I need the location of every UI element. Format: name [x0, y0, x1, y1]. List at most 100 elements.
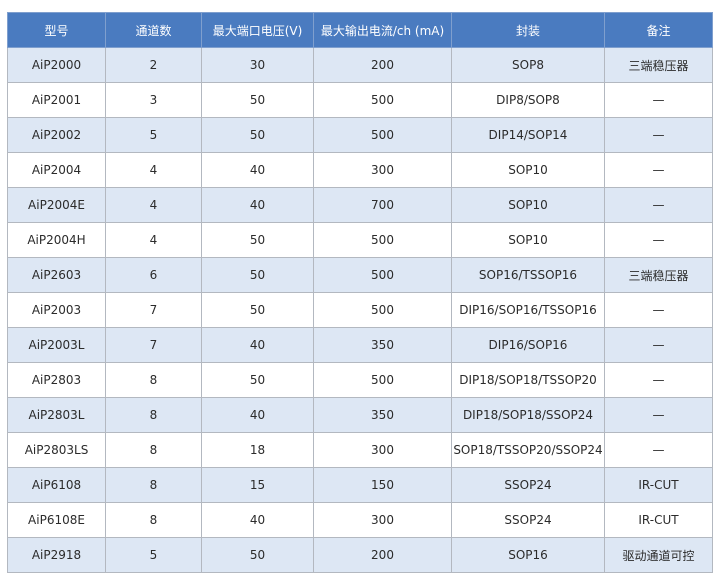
table-row: AiP2004E 4 40 700 SOP10—: [7, 187, 713, 223]
cell-max-current: 300: [313, 152, 452, 188]
cell-max-voltage: 50: [201, 222, 314, 258]
cell-model: AiP2004: [7, 152, 106, 188]
cell-channels: 5: [105, 117, 202, 153]
cell-max-current: 500: [313, 362, 452, 398]
cell-channels: 4: [105, 187, 202, 223]
cell-max-voltage: 40: [201, 152, 314, 188]
header-cell-model: 型号: [7, 12, 106, 48]
cell-max-current: 500: [313, 292, 452, 328]
cell-max-current: 300: [313, 432, 452, 468]
table-row: AiP6108 8 15 150 SSOP24 IR-CUT: [7, 467, 713, 503]
cell-model: AiP2004E: [7, 187, 106, 223]
cell-package: DIP16/SOP16: [451, 327, 605, 363]
cell-channels: 8: [105, 432, 202, 468]
cell-channels: 4: [105, 152, 202, 188]
cell-max-current: 150: [313, 467, 452, 503]
table-row: AiP2000 2 30 200 SOP8 三端稳压器: [7, 47, 713, 83]
cell-max-voltage: 50: [201, 117, 314, 153]
cell-channels: 8: [105, 502, 202, 538]
cell-model: AiP2000: [7, 47, 106, 83]
cell-notes: —: [604, 432, 713, 468]
cell-notes: —: [604, 152, 713, 188]
cell-model: AiP6108: [7, 467, 106, 503]
header-cell-channels: 通道数: [105, 12, 202, 48]
cell-model: AiP2803: [7, 362, 106, 398]
table-row: AiP2803L 8 40 350 DIP18/SOP18/SSOP24—: [7, 397, 713, 433]
cell-notes: —: [604, 292, 713, 328]
cell-package: DIP14/SOP14: [451, 117, 605, 153]
cell-max-voltage: 50: [201, 362, 314, 398]
table-row: AiP2918 5 50 200 SOP16 驱动通道可控: [7, 537, 713, 573]
table-row: AiP2603 6 50 500 SOP16/TSSOP16 三端稳压器: [7, 257, 713, 293]
cell-model: AiP2004H: [7, 222, 106, 258]
table-header: 型号 通道数 最大端口电压(V) 最大输出电流/ch (mA) 封装 备注: [7, 12, 713, 48]
cell-channels: 3: [105, 82, 202, 118]
cell-max-current: 500: [313, 117, 452, 153]
cell-max-voltage: 50: [201, 292, 314, 328]
cell-package: SOP10: [451, 187, 605, 223]
cell-max-current: 350: [313, 327, 452, 363]
cell-channels: 4: [105, 222, 202, 258]
cell-channels: 6: [105, 257, 202, 293]
cell-notes: —: [604, 397, 713, 433]
table-row: AiP6108E 8 40 300 SSOP24 IR-CUT: [7, 502, 713, 538]
cell-package: SSOP24: [451, 467, 605, 503]
cell-notes: —: [604, 187, 713, 223]
cell-max-voltage: 50: [201, 537, 314, 573]
cell-package: SOP10: [451, 152, 605, 188]
cell-notes: —: [604, 222, 713, 258]
cell-model: AiP2003L: [7, 327, 106, 363]
cell-max-current: 350: [313, 397, 452, 433]
cell-max-voltage: 15: [201, 467, 314, 503]
cell-channels: 8: [105, 467, 202, 503]
cell-package: SOP8: [451, 47, 605, 83]
cell-max-current: 200: [313, 537, 452, 573]
cell-package: SSOP24: [451, 502, 605, 538]
cell-package: SOP10: [451, 222, 605, 258]
table-row: AiP2001 3 50 500 DIP8/SOP8—: [7, 82, 713, 118]
cell-max-voltage: 30: [201, 47, 314, 83]
cell-package: DIP18/SOP18/SSOP24: [451, 397, 605, 433]
cell-package: DIP18/SOP18/TSSOP20: [451, 362, 605, 398]
cell-max-voltage: 50: [201, 82, 314, 118]
table-row: AiP2803 8 50 500 DIP18/SOP18/TSSOP20—: [7, 362, 713, 398]
cell-model: AiP2603: [7, 257, 106, 293]
cell-max-current: 700: [313, 187, 452, 223]
cell-channels: 5: [105, 537, 202, 573]
header-cell-max-current: 最大输出电流/ch (mA): [313, 12, 452, 48]
cell-package: SOP16/TSSOP16: [451, 257, 605, 293]
cell-max-voltage: 40: [201, 327, 314, 363]
cell-notes: 驱动通道可控: [604, 537, 713, 573]
cell-package: SOP18/TSSOP20/SSOP24: [451, 432, 605, 468]
header-cell-max-voltage: 最大端口电压(V): [201, 12, 314, 48]
cell-model: AiP6108E: [7, 502, 106, 538]
header-row: 型号 通道数 最大端口电压(V) 最大输出电流/ch (mA) 封装 备注: [7, 12, 713, 48]
table-row: AiP2803LS 8 18 300 SOP18/TSSOP20/SSOP24—: [7, 432, 713, 468]
cell-max-current: 500: [313, 257, 452, 293]
cell-max-current: 500: [313, 222, 452, 258]
cell-notes: IR-CUT: [604, 502, 713, 538]
cell-max-voltage: 18: [201, 432, 314, 468]
cell-max-voltage: 40: [201, 502, 314, 538]
cell-channels: 7: [105, 292, 202, 328]
cell-notes: 三端稳压器: [604, 47, 713, 83]
product-spec-table: 型号 通道数 最大端口电压(V) 最大输出电流/ch (mA) 封装 备注 Ai…: [7, 12, 713, 573]
table-row: AiP2003 7 50 500 DIP16/SOP16/TSSOP16—: [7, 292, 713, 328]
cell-max-voltage: 40: [201, 397, 314, 433]
cell-notes: 三端稳压器: [604, 257, 713, 293]
table-container: 型号 通道数 最大端口电压(V) 最大输出电流/ch (mA) 封装 备注 Ai…: [7, 12, 713, 573]
cell-package: SOP16: [451, 537, 605, 573]
cell-notes: —: [604, 82, 713, 118]
cell-model: AiP2803LS: [7, 432, 106, 468]
cell-package: DIP16/SOP16/TSSOP16: [451, 292, 605, 328]
cell-model: AiP2803L: [7, 397, 106, 433]
table-body: AiP2000 2 30 200 SOP8 三端稳压器 AiP2001 3 50 500 DIP8/…: [7, 47, 713, 573]
cell-notes: IR-CUT: [604, 467, 713, 503]
cell-channels: 8: [105, 397, 202, 433]
header-cell-package: 封装: [451, 12, 605, 48]
cell-channels: 8: [105, 362, 202, 398]
cell-max-voltage: 40: [201, 187, 314, 223]
cell-channels: 7: [105, 327, 202, 363]
cell-max-current: 500: [313, 82, 452, 118]
table-row: AiP2004 4 40 300 SOP10—: [7, 152, 713, 188]
